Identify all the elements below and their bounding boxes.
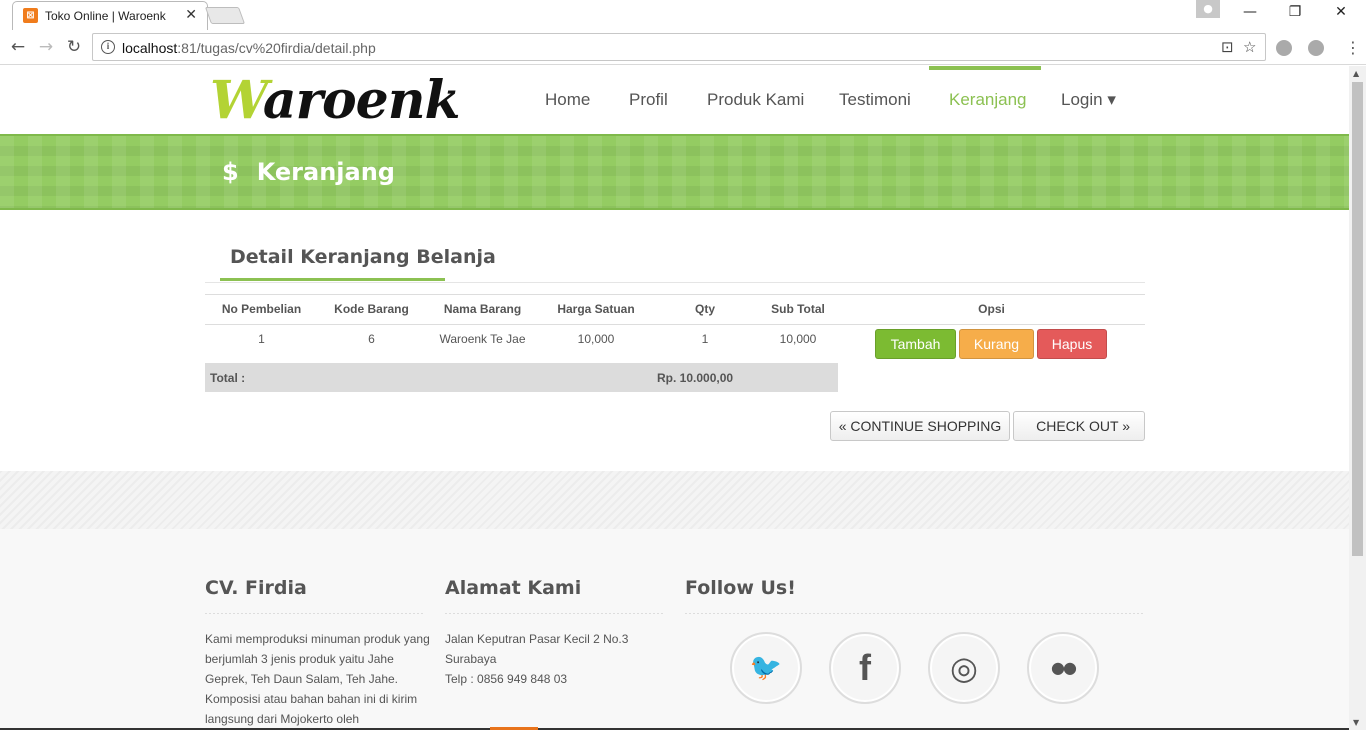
column-header: Qty [694, 302, 715, 316]
column-header: Harga Satuan [557, 302, 635, 316]
bookmark-star-icon[interactable]: ☆ [1243, 38, 1256, 56]
footer-company-title: CV. Firdia [205, 577, 307, 599]
cell-qty: 1 [701, 332, 709, 346]
total-value: Rp. 10.000,00 [657, 371, 734, 385]
kurang-button[interactable]: Kurang [959, 329, 1034, 359]
address-city: Surabaya [445, 652, 497, 666]
address-phone: Telp : 0856 949 848 03 [445, 672, 568, 686]
cart-section-title: Detail Keranjang Belanja [230, 246, 496, 268]
tab-close-icon[interactable]: ✕ [185, 7, 197, 23]
check-out-button[interactable]: CHECK OUT » [1013, 411, 1145, 441]
footer-company-text: Kami memproduksi minuman produk yang ber… [205, 632, 430, 726]
nav-active-indicator [929, 66, 1041, 70]
browser-tabbar: ⊠ Toko Online | Waroenk ✕ ● — ❐ ✕ [0, 0, 1366, 31]
nav-testimoni[interactable]: Testimoni [839, 90, 911, 110]
forward-icon[interactable]: → [35, 37, 57, 57]
nav-keranjang[interactable]: Keranjang [949, 90, 1027, 110]
twitter-icon[interactable]: 🐦 [730, 632, 802, 704]
cell-no-pembelian: 1 [258, 332, 265, 346]
title-divider [205, 282, 1145, 283]
header-divider [205, 324, 1145, 325]
footer-divider [445, 613, 665, 614]
total-row: Total : Rp. 10.000,00 [205, 363, 838, 392]
footer-follow-title: Follow Us! [685, 577, 796, 599]
new-tab-button[interactable] [204, 7, 246, 24]
user-profile-icon[interactable]: ● [1196, 0, 1220, 18]
page-scrollbar[interactable]: ▲ ▼ [1349, 66, 1366, 730]
cell-sub-total: 10,000 [779, 332, 817, 346]
scroll-down-icon[interactable]: ▼ [1353, 718, 1359, 727]
banner-heading: $ Keranjang [222, 158, 395, 186]
total-label: Total : [210, 371, 246, 385]
site-header: Waroenk Home Profil Produk Kami Testimon… [0, 66, 1349, 134]
scroll-up-icon[interactable]: ▲ [1353, 69, 1359, 78]
flickr-icon[interactable]: ●● [1027, 632, 1099, 704]
nav-profil[interactable]: Profil [629, 90, 668, 110]
site-logo[interactable]: Waroenk [210, 70, 461, 131]
footer-address: Jalan Keputran Pasar Kecil 2 No.3 Suraba… [445, 629, 665, 689]
close-window-button[interactable]: ✕ [1331, 4, 1351, 20]
restore-button[interactable]: ❐ [1285, 4, 1305, 20]
globe-icon[interactable] [1308, 40, 1324, 56]
tambah-button[interactable]: Tambah [875, 329, 956, 359]
address-bar[interactable]: i localhost:81/tugas/cv%20firdia/detail.… [92, 33, 1266, 61]
extension-icon[interactable] [1276, 40, 1292, 56]
minimize-button[interactable]: — [1240, 4, 1260, 20]
back-icon[interactable]: ← [7, 37, 29, 57]
browser-toolbar: ← → ↻ i localhost:81/tugas/cv%20firdia/d… [0, 31, 1366, 65]
nav-login-dropdown[interactable]: Login ▾ [1061, 90, 1116, 110]
footer-divider [685, 613, 1145, 614]
column-header: Nama Barang [443, 302, 522, 316]
title-underline [220, 278, 445, 281]
browser-menu-icon[interactable]: ⋮ [1345, 38, 1361, 57]
site-footer: CV. Firdia Kami memproduksi minuman prod… [0, 529, 1349, 730]
footer-divider [205, 613, 425, 614]
footer-separator [0, 471, 1349, 529]
dribbble-icon[interactable]: ◎ [928, 632, 1000, 704]
cell-harga-satuan: 10,000 [577, 332, 615, 346]
tab-title: Toko Online | Waroenk [45, 9, 166, 23]
hapus-button[interactable]: Hapus [1037, 329, 1107, 359]
page-banner: $ Keranjang [0, 134, 1349, 210]
nav-produk-kami[interactable]: Produk Kami [707, 90, 804, 110]
continue-shopping-button[interactable]: « CONTINUE SHOPPING [830, 411, 1010, 441]
cart-table: No Pembelian Kode Barang Nama Barang Har… [205, 294, 1145, 392]
reload-icon[interactable]: ↻ [63, 37, 85, 57]
facebook-icon[interactable]: f [829, 632, 901, 704]
column-header: Kode Barang [334, 302, 409, 316]
scrollbar-thumb[interactable] [1352, 82, 1363, 556]
address-line: Jalan Keputran Pasar Kecil 2 No.3 [445, 632, 629, 646]
page-viewport: Waroenk Home Profil Produk Kami Testimon… [0, 66, 1349, 730]
banner-title-text: Keranjang [256, 158, 395, 186]
cell-kode-barang: 6 [368, 332, 375, 346]
browser-tab[interactable]: ⊠ Toko Online | Waroenk ✕ [12, 1, 208, 30]
cell-nama-barang: Waroenk Te Jae [439, 332, 526, 346]
nav-home[interactable]: Home [545, 90, 590, 110]
site-info-icon[interactable]: i [101, 40, 115, 54]
translate-icon[interactable]: ⊡ [1221, 38, 1234, 56]
column-header: Sub Total [771, 302, 825, 316]
url-text: localhost:81/tugas/cv%20firdia/detail.ph… [122, 40, 376, 56]
footer-address-title: Alamat Kami [445, 577, 582, 599]
column-header: Opsi [978, 302, 1005, 316]
xampp-favicon-icon: ⊠ [23, 8, 38, 23]
column-header: No Pembelian [221, 302, 302, 316]
dollar-icon: $ [222, 158, 239, 186]
